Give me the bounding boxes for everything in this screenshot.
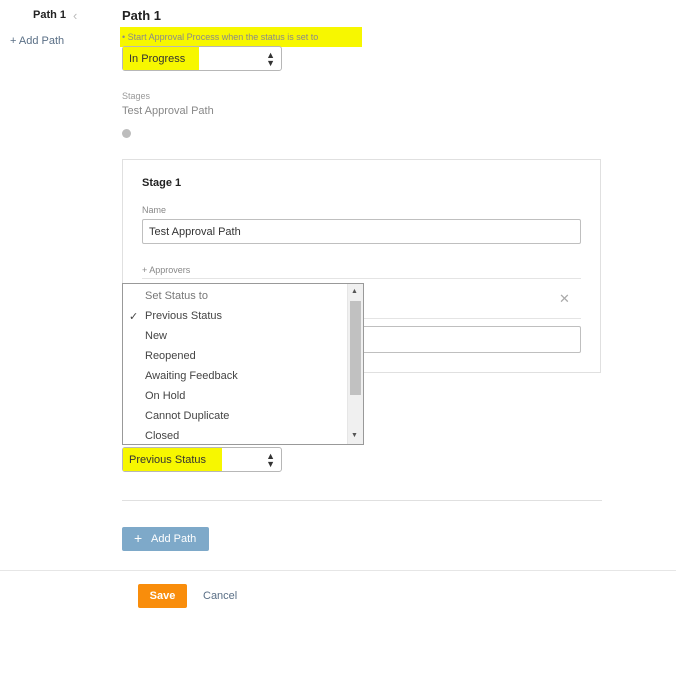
scroll-up-icon[interactable]: ▲ [351,288,358,295]
footer-divider [0,570,676,571]
status-dropdown-list[interactable]: Set Status to ✓ Previous Status New Reopened… [122,283,364,445]
scrollbar-thumb[interactable] [350,301,361,395]
nav-add-path-link[interactable]: + Add Path [10,35,64,47]
scrollbar[interactable]: ▲ ▼ [347,284,363,444]
trigger-status-value: In Progress [129,53,186,65]
dropdown-option[interactable]: Reopened [145,350,196,362]
dropdown-option[interactable]: Cannot Duplicate [145,410,229,422]
select-arrows-icon: ▲ ▼ [266,451,275,469]
stages-label: Stages [122,91,151,101]
plus-icon: + [134,530,143,546]
add-path-button[interactable]: + Add Path [122,527,209,551]
stage-name-input[interactable]: Test Approval Path [142,219,581,244]
check-icon: ✓ [129,311,139,323]
add-path-label: Add Path [151,533,197,545]
set-status-value: Previous Status [129,454,207,466]
page-title: Path 1 [122,8,162,23]
select-arrows-icon: ▲ ▼ [266,50,275,68]
divider [142,278,581,279]
add-approvers-link[interactable]: + Approvers [142,265,190,275]
dropdown-option[interactable]: Awaiting Feedback [145,370,238,382]
stage-dot-icon[interactable] [122,129,131,138]
dropdown-option[interactable]: New [145,330,167,342]
trigger-status-select[interactable]: In Progress ▲ ▼ [122,46,282,71]
dropdown-option[interactable]: On Hold [145,390,185,402]
collapse-chevron-icon[interactable]: ‹ [73,8,77,23]
set-status-select[interactable]: Previous Status ▲ ▼ [122,447,282,472]
dropdown-option[interactable]: Previous Status [145,310,222,322]
name-label: Name [142,205,167,215]
save-button[interactable]: Save [138,584,187,608]
trigger-hint: • Start Approval Process when the status… [120,27,362,47]
divider [122,500,602,501]
divider [364,318,581,319]
stages-value: Test Approval Path [122,105,214,117]
dropdown-option[interactable]: Closed [145,430,179,442]
close-icon[interactable]: ✕ [559,291,570,307]
approver-input[interactable] [364,326,581,353]
nav-path-item[interactable]: Path 1 [33,9,66,21]
cancel-link[interactable]: Cancel [203,590,237,602]
scroll-down-icon[interactable]: ▼ [351,432,358,439]
dropdown-option[interactable]: Set Status to [145,290,208,302]
stage-title: Stage 1 [142,177,182,189]
